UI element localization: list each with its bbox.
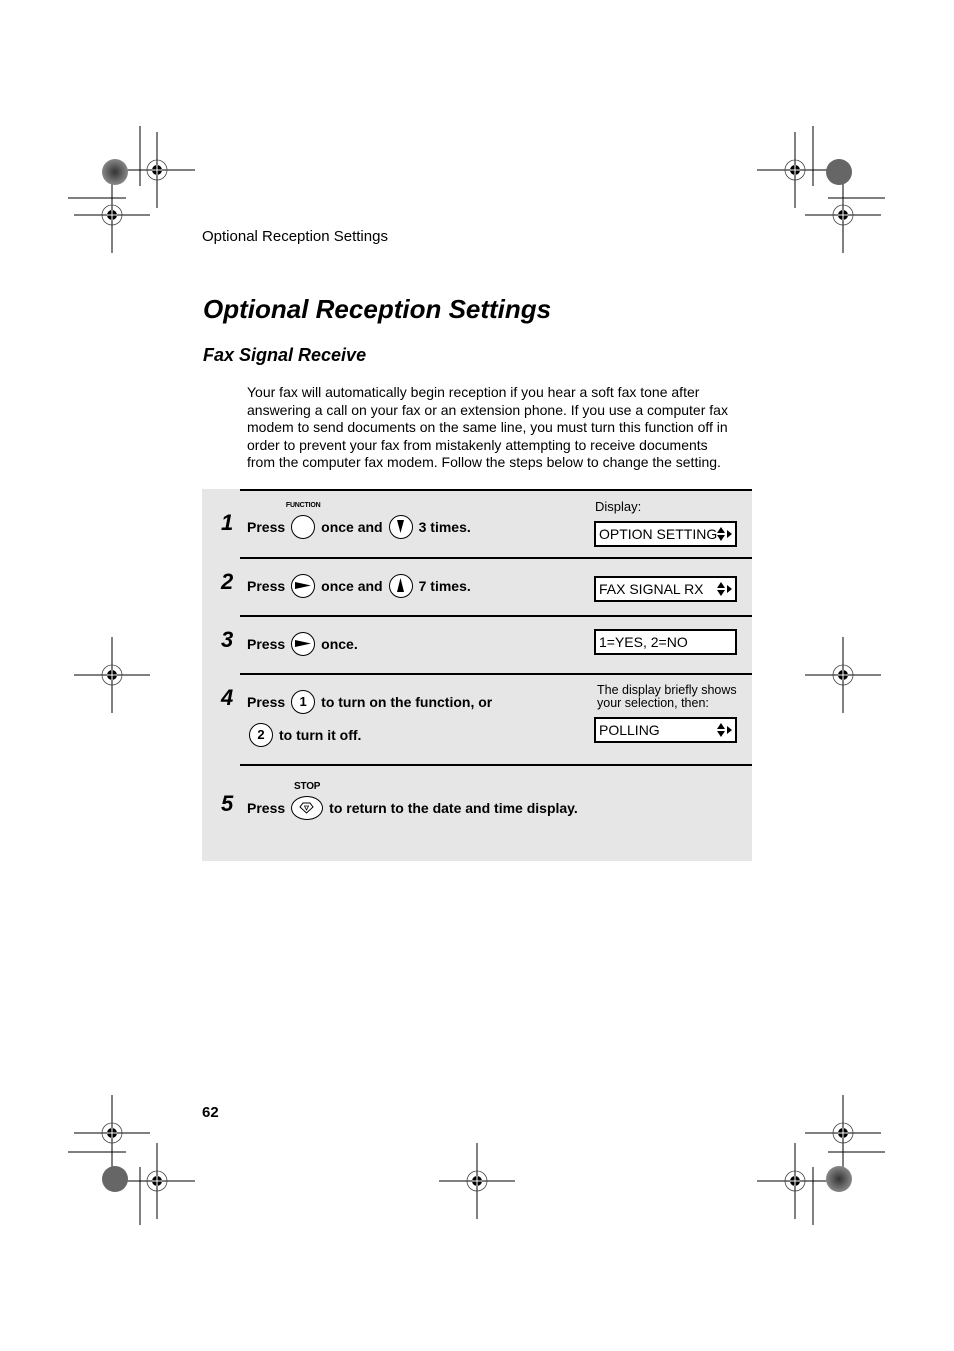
steps-panel: 1 Press FUNCTION once and 3 times. Displ… <box>202 489 752 861</box>
stop-key-icon: STOP <box>291 781 324 820</box>
registration-mark <box>756 131 834 209</box>
registration-mark <box>73 176 151 254</box>
lcd-text: POLLING <box>599 722 660 738</box>
press-text: Press <box>247 800 286 816</box>
caption-line: your selection, then: <box>597 696 709 710</box>
registration-mark <box>118 1142 196 1220</box>
step-instruction: Press once. <box>247 632 358 656</box>
scroll-arrows-icon <box>717 582 732 596</box>
intro-line: modem to send documents on the same line… <box>247 419 728 436</box>
right-arrow-key-icon <box>291 632 316 656</box>
instruction-text: to turn on the function, or <box>321 694 493 710</box>
instruction-text: to turn it off. <box>279 727 362 743</box>
color-target-icon <box>102 159 128 185</box>
registration-mark <box>804 176 882 254</box>
key-label: STOP <box>294 781 321 792</box>
step-instruction: 2 to turn it off. <box>249 723 361 747</box>
intro-paragraph: Your fax will automatically begin recept… <box>247 384 747 472</box>
function-key-icon: FUNCTION <box>286 502 321 539</box>
divider <box>240 764 752 766</box>
display-caption: Display: <box>595 499 642 514</box>
scroll-arrows-icon <box>717 723 732 737</box>
display-caption: The display briefly shows your selection… <box>597 684 737 710</box>
lcd-text: 1=YES, 2=NO <box>599 634 688 650</box>
registration-mark <box>73 636 151 714</box>
intro-line: Your fax will automatically begin recept… <box>247 384 700 400</box>
step-instruction: Press once and 7 times. <box>247 574 471 598</box>
registration-mark <box>118 131 196 209</box>
step-instruction: Press FUNCTION once and 3 times. <box>247 502 471 539</box>
instruction-text: once. <box>321 636 358 652</box>
step-number: 3 <box>221 627 234 652</box>
lcd-text: OPTION SETTING <box>599 526 718 542</box>
divider <box>240 489 752 491</box>
instruction-text: 7 times. <box>418 578 471 594</box>
step-number: 5 <box>221 791 234 816</box>
color-target-icon <box>826 1166 852 1192</box>
down-arrow-key-icon <box>388 515 413 539</box>
key-label: FUNCTION <box>285 502 321 509</box>
press-text: Press <box>247 519 286 535</box>
step-instruction: Press 1 to turn on the function, or <box>247 690 492 714</box>
registration-mark <box>804 1094 882 1172</box>
press-text: Press <box>247 636 286 652</box>
registration-mark <box>756 1142 834 1220</box>
scroll-arrows-icon <box>717 527 732 541</box>
registration-mark <box>73 1094 151 1172</box>
instruction-text: 3 times. <box>418 519 471 535</box>
step-number: 2 <box>221 569 234 594</box>
up-arrow-key-icon <box>388 574 413 598</box>
section-title: Fax Signal Receive <box>203 345 367 365</box>
press-text: Press <box>247 578 286 594</box>
color-target-icon <box>826 159 852 185</box>
lcd-display: OPTION SETTING <box>594 521 737 547</box>
intro-line: order to prevent your fax from mistakenl… <box>247 436 708 453</box>
color-target-icon <box>102 1166 128 1192</box>
page-number: 62 <box>202 1104 219 1121</box>
lcd-display: POLLING <box>594 717 737 743</box>
step-instruction: Press STOP to return to the date and tim… <box>247 781 578 820</box>
page-title: Optional Reception Settings <box>203 294 552 324</box>
key-2-icon: 2 <box>249 723 273 747</box>
lcd-display: 1=YES, 2=NO <box>594 629 737 655</box>
registration-mark <box>804 636 882 714</box>
instruction-text: once and <box>321 519 383 535</box>
right-arrow-key-icon <box>291 574 316 598</box>
registration-mark <box>438 1142 516 1220</box>
intro-line: from the computer fax modem. Follow the … <box>247 454 721 471</box>
press-text: Press <box>247 694 286 710</box>
step-number: 1 <box>221 510 234 535</box>
instruction-text: once and <box>321 578 383 594</box>
instruction-text: to return to the date and time display. <box>329 800 578 816</box>
step-number: 4 <box>221 685 234 710</box>
divider <box>240 615 752 617</box>
lcd-text: FAX SIGNAL RX <box>599 581 704 597</box>
divider <box>240 557 752 559</box>
divider <box>240 673 752 675</box>
lcd-display: FAX SIGNAL RX <box>594 576 737 602</box>
intro-line: answering a call on your fax or an exten… <box>247 401 728 418</box>
running-header: Optional Reception Settings <box>202 228 388 245</box>
key-1-icon: 1 <box>291 690 316 714</box>
